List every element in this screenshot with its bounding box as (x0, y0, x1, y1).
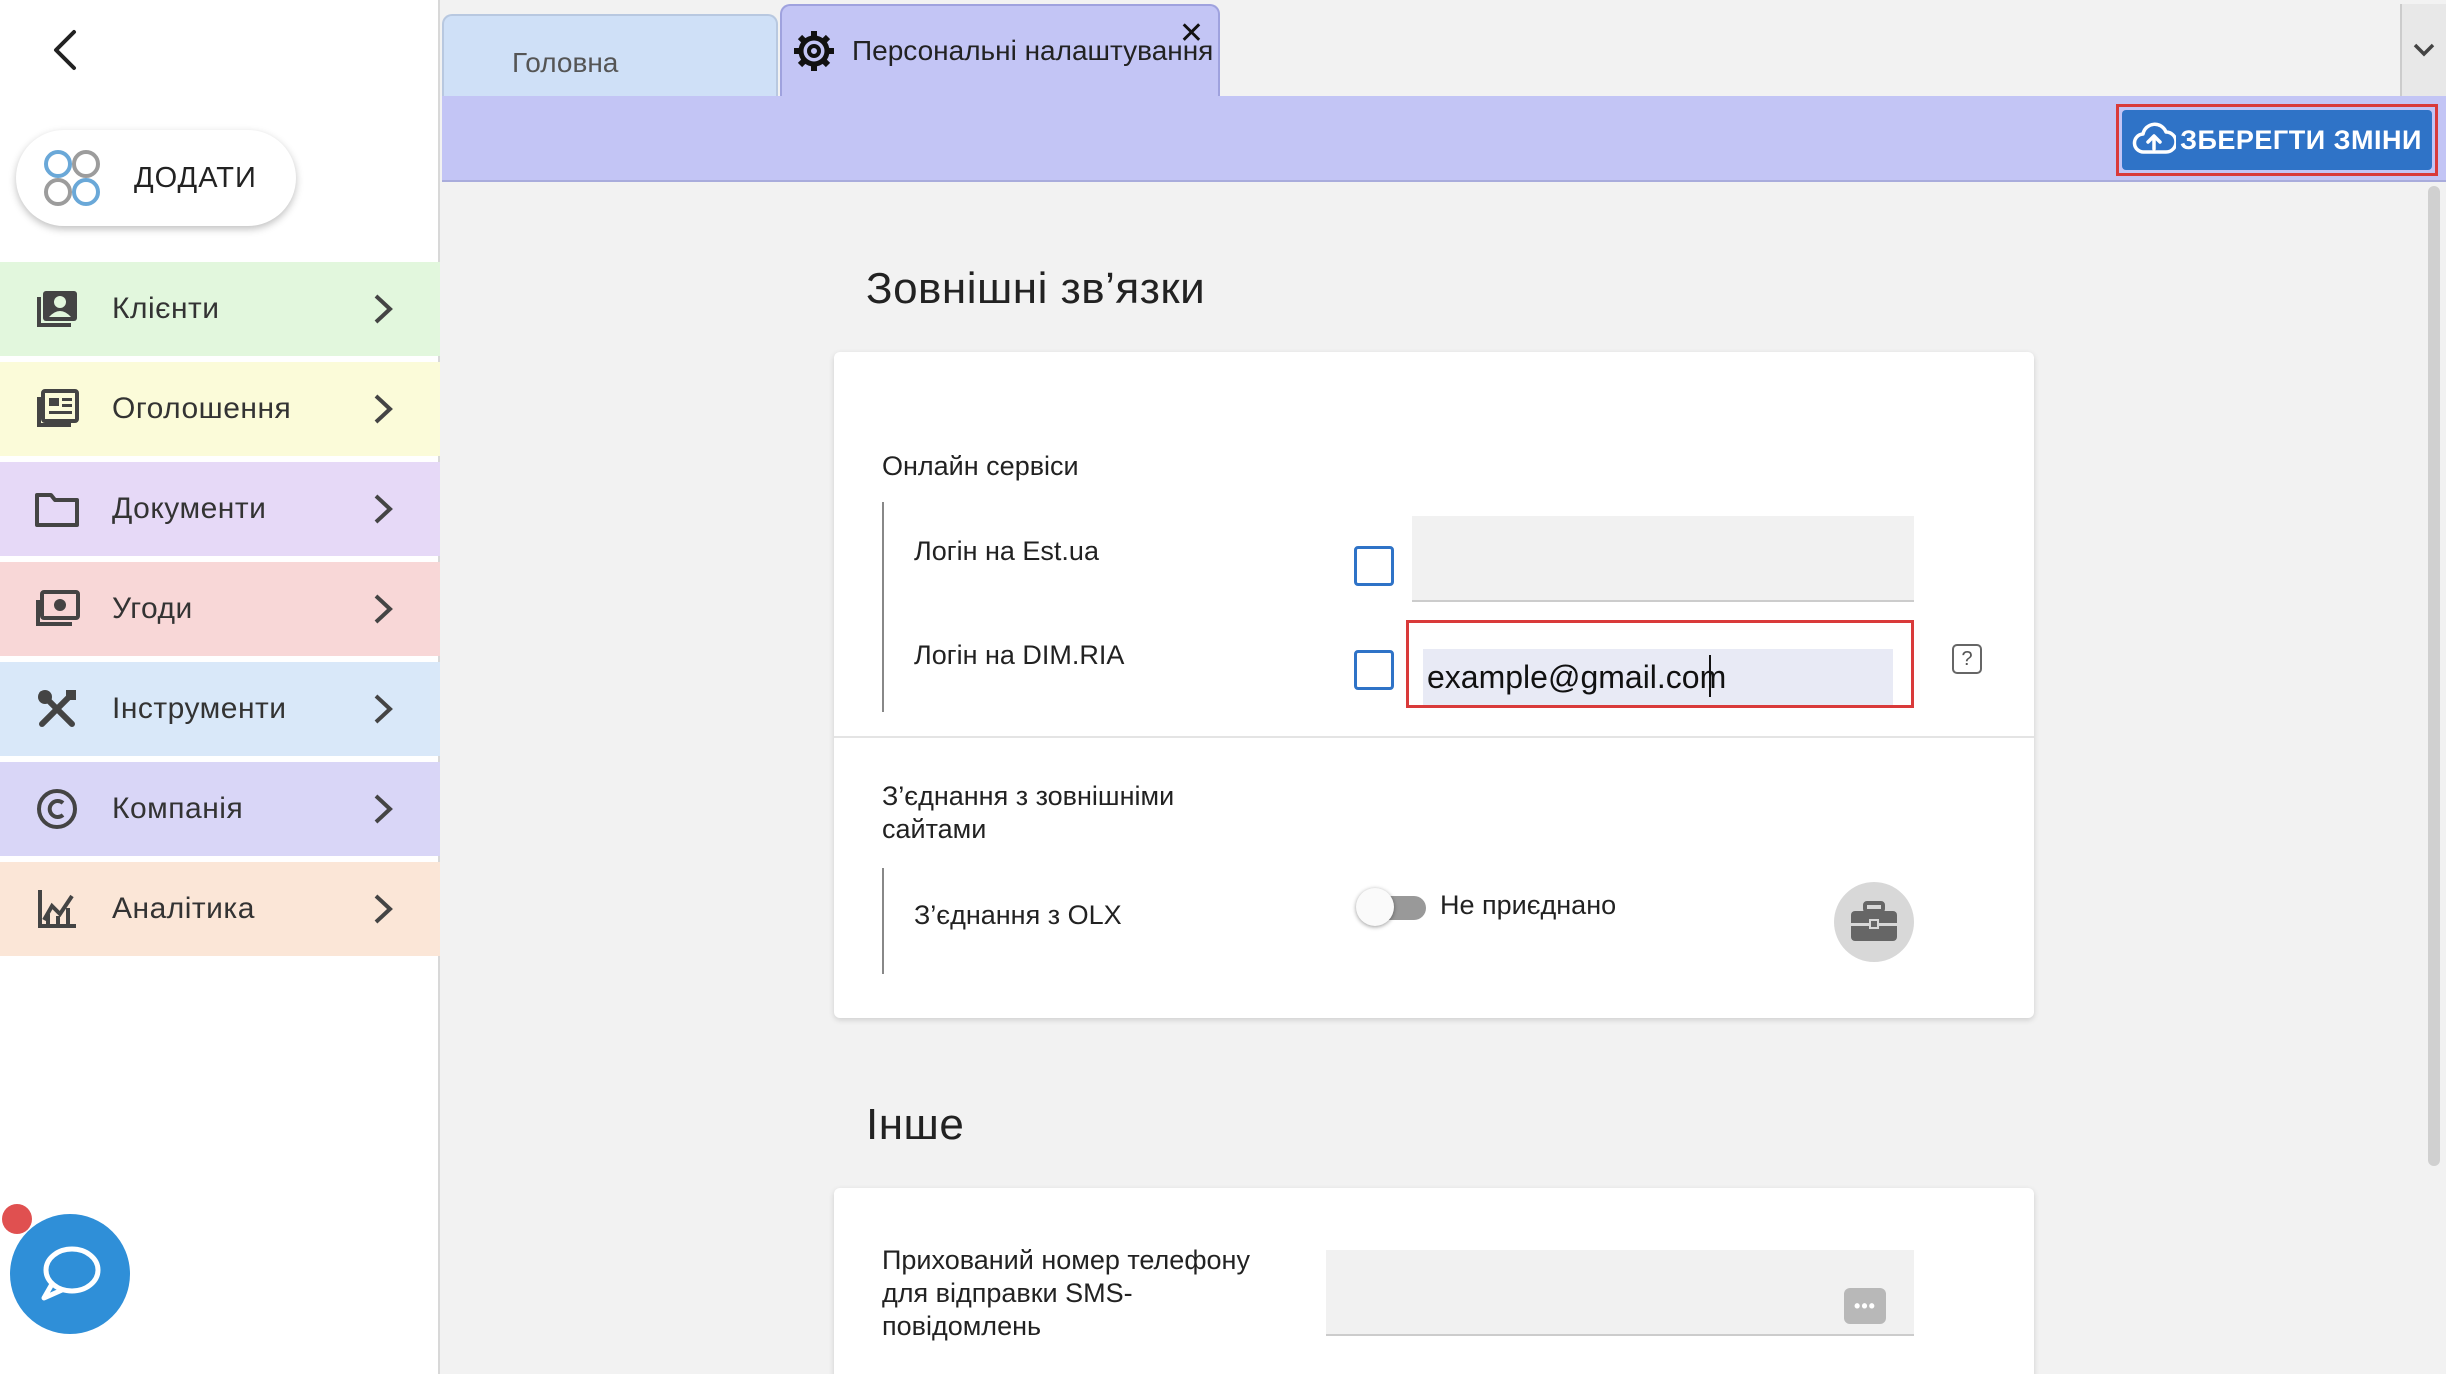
est-login-field[interactable] (1412, 516, 1914, 602)
sidebar-item-label: Інструменти (112, 692, 287, 725)
group-line (882, 868, 884, 974)
tab-personal-settings[interactable]: Персональні налаштування ✕ (780, 4, 1220, 96)
sidebar-item-label: Угоди (112, 592, 193, 625)
scrollbar[interactable] (2428, 186, 2440, 1166)
olx-connect-button[interactable] (1834, 882, 1914, 962)
dimria-field-highlight (1406, 620, 1914, 708)
dimria-login-checkbox[interactable] (1354, 650, 1394, 690)
tabs-dropdown-button[interactable] (2400, 4, 2446, 96)
back-button[interactable] (40, 22, 90, 78)
chevron-right-icon (374, 694, 393, 724)
external-connections-title: З’єднання з зовнішніми сайтами (882, 781, 1175, 844)
sidebar-item-clients[interactable]: Клієнти (0, 262, 440, 356)
text-caret (1709, 655, 1711, 697)
section-title-other: Інше (866, 1100, 965, 1149)
chevron-right-icon (374, 494, 393, 524)
sidebar-item-label: Оголошення (112, 392, 292, 425)
tab-bar: Головна Персональні налаштування ✕ (442, 0, 2446, 96)
sidebar-item-tools[interactable]: Інструменти (0, 662, 440, 756)
listings-icon (32, 384, 82, 434)
tab-home[interactable]: Головна (442, 14, 778, 96)
add-button[interactable]: ДОДАТИ (16, 130, 296, 226)
help-icon[interactable]: ? (1952, 644, 1982, 674)
toggle-knob (1356, 888, 1394, 926)
chat-icon (41, 1246, 101, 1301)
olx-connection-status: Не приєднано (1440, 890, 1617, 920)
hidden-phone-field[interactable]: ••• (1326, 1250, 1914, 1336)
sidebar: ДОДАТИ Клієнти Оголошення Документи Угод… (0, 0, 440, 1374)
money-icon (32, 584, 82, 634)
sidebar-item-documents[interactable]: Документи (0, 462, 440, 556)
chevron-right-icon (374, 394, 393, 424)
sidebar-item-label: Клієнти (112, 292, 220, 325)
tab-settings-label: Персональні налаштування (852, 35, 1214, 66)
chevron-right-icon (374, 594, 393, 624)
chevron-right-icon (374, 794, 393, 824)
save-changes-button[interactable]: ЗБЕРЕГТИ ЗМІНИ (2122, 110, 2432, 170)
sidebar-item-deals[interactable]: Угоди (0, 562, 440, 656)
chevron-down-icon (2413, 43, 2435, 57)
olx-connection-label: З’єднання з OLX (914, 900, 1122, 930)
sidebar-item-label: Компанія (112, 792, 244, 825)
sidebar-item-label: Аналітика (112, 892, 255, 925)
save-button-highlight: ЗБЕРЕГТИ ЗМІНИ (2116, 104, 2438, 176)
sidebar-item-analytics[interactable]: Аналітика (0, 862, 440, 956)
sidebar-item-company[interactable]: Компанія (0, 762, 440, 856)
chat-notification-badge (2, 1204, 32, 1234)
chat-button[interactable] (10, 1214, 130, 1334)
cloud-upload-icon (2132, 122, 2177, 154)
est-login-checkbox[interactable] (1354, 546, 1394, 586)
est-login-label: Логін на Est.ua (914, 536, 1099, 566)
section-title-external: Зовнішні зв’язки (866, 264, 1206, 313)
online-services-title: Онлайн сервіси (882, 451, 1079, 481)
dimria-login-label: Логін на DIM.RIA (914, 640, 1125, 670)
olx-connection-toggle[interactable] (1356, 886, 1426, 926)
chevron-left-icon (54, 30, 76, 70)
tab-home-label: Головна (512, 47, 619, 78)
main-menu: Клієнти Оголошення Документи Угоди Інстр… (0, 262, 440, 962)
tools-icon (32, 684, 82, 734)
folder-icon (32, 484, 82, 534)
sidebar-item-label: Документи (112, 492, 267, 525)
add-button-label: ДОДАТИ (134, 161, 257, 194)
toolbar: ЗБЕРЕГТИ ЗМІНИ (442, 96, 2446, 182)
group-line (882, 502, 884, 712)
hidden-phone-label: Прихований номер телефону для відправки … (882, 1245, 1250, 1341)
copyright-icon (32, 784, 82, 834)
close-tab-icon[interactable]: ✕ (1179, 16, 1204, 51)
divider (834, 736, 2034, 738)
sidebar-item-listings[interactable]: Оголошення (0, 362, 440, 456)
password-dots-icon[interactable]: ••• (1844, 1288, 1886, 1324)
save-button-label: ЗБЕРЕГТИ ЗМІНИ (2180, 124, 2422, 155)
external-links-card: Онлайн сервіси Логін на Est.ua Логін на … (834, 352, 2034, 1018)
settings-content: Зовнішні зв’язки Онлайн сервіси Логін на… (442, 184, 2432, 1374)
other-settings-card: Прихований номер телефону для відправки … (834, 1188, 2034, 1374)
chevron-right-icon (374, 294, 393, 324)
logo-icon (44, 150, 100, 206)
chevron-right-icon (374, 894, 393, 924)
briefcase-icon (1851, 901, 1897, 941)
gear-icon (794, 31, 834, 71)
analytics-icon (32, 884, 82, 934)
contacts-icon (32, 284, 82, 334)
dimria-login-input[interactable] (1423, 649, 1893, 705)
